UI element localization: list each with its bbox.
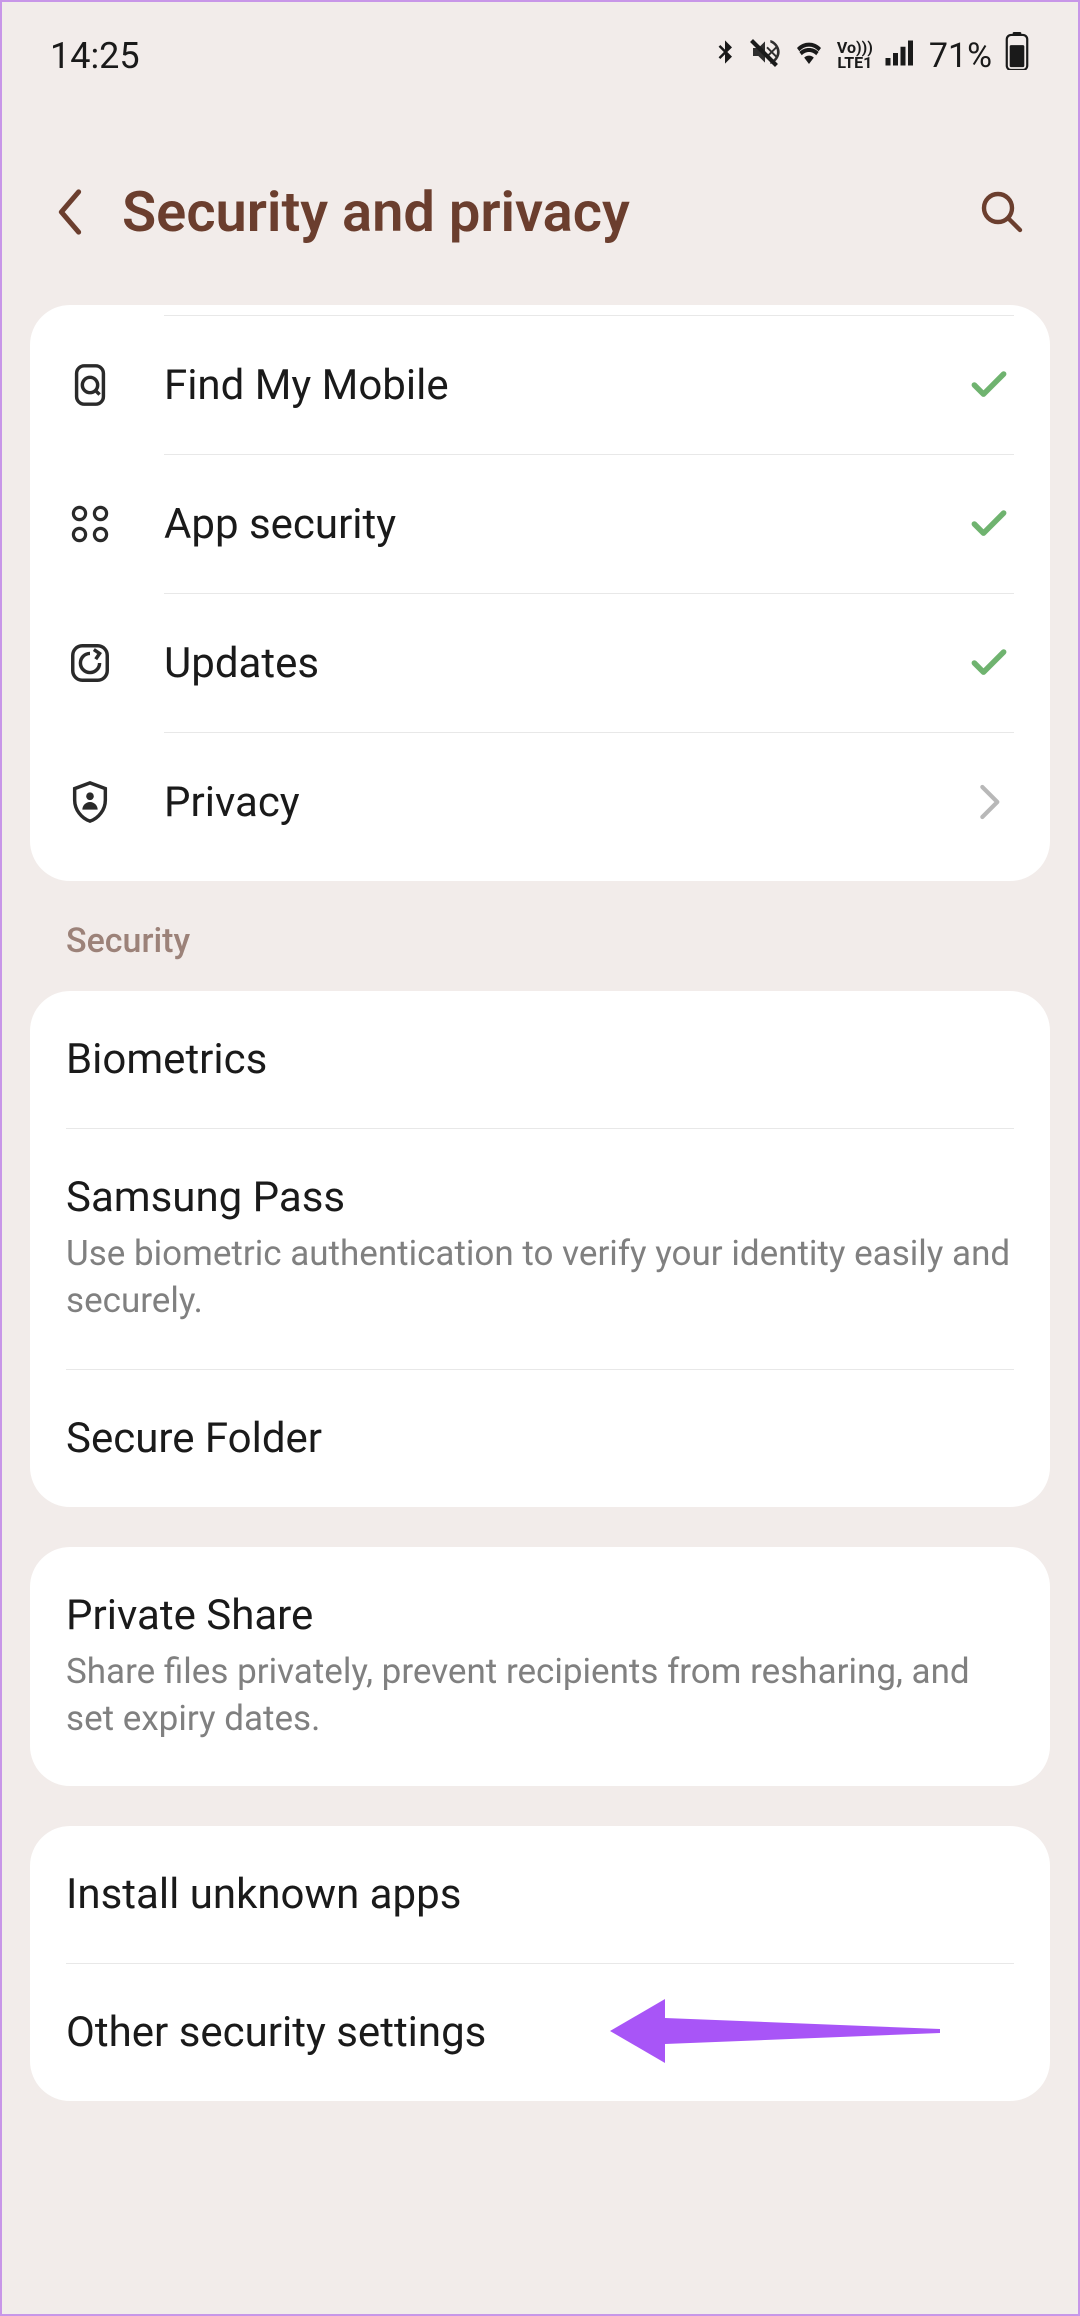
dashboard-card: Find My Mobile App security Updates Priv… bbox=[30, 305, 1050, 881]
wifi-icon bbox=[791, 35, 827, 77]
biometrics-row[interactable]: Biometrics bbox=[30, 991, 1050, 1128]
private-share-row[interactable]: Private Share Share files privately, pre… bbox=[30, 1547, 1050, 1787]
status-right-group: Vo)))LTE1 71% bbox=[711, 32, 1030, 79]
battery-percentage: 71% bbox=[929, 36, 992, 76]
item-description: Use biometric authentication to verify y… bbox=[66, 1230, 1014, 1325]
find-mobile-icon bbox=[66, 361, 114, 409]
mute-icon bbox=[749, 35, 781, 77]
item-description: Share files privately, prevent recipient… bbox=[66, 1648, 1014, 1743]
section-header-security: Security bbox=[2, 921, 1078, 991]
updates-icon bbox=[66, 639, 114, 687]
security-card: Biometrics Samsung Pass Use biometric au… bbox=[30, 991, 1050, 1507]
page-title: Security and privacy bbox=[122, 179, 942, 245]
status-time: 14:25 bbox=[50, 35, 140, 77]
back-button[interactable] bbox=[50, 192, 90, 232]
check-icon bbox=[964, 360, 1014, 410]
sharing-card: Private Share Share files privately, pre… bbox=[30, 1547, 1050, 1787]
volte-icon: Vo)))LTE1 bbox=[837, 41, 873, 70]
status-bar: 14:25 Vo)))LTE1 71% bbox=[2, 2, 1078, 99]
item-label: Install unknown apps bbox=[66, 1870, 1014, 1919]
item-label: Biometrics bbox=[66, 1035, 1014, 1084]
signal-icon bbox=[883, 35, 913, 77]
privacy-row[interactable]: Privacy bbox=[30, 733, 1050, 871]
other-card: Install unknown apps Other security sett… bbox=[30, 1826, 1050, 2101]
app-security-row[interactable]: App security bbox=[30, 455, 1050, 593]
apps-icon bbox=[66, 500, 114, 548]
chevron-right-icon bbox=[964, 777, 1014, 827]
page-header: Security and privacy bbox=[2, 99, 1078, 305]
secure-folder-row[interactable]: Secure Folder bbox=[30, 1370, 1050, 1507]
item-label: Secure Folder bbox=[66, 1414, 1014, 1463]
check-icon bbox=[964, 499, 1014, 549]
item-label: Find My Mobile bbox=[164, 361, 964, 410]
item-label: App security bbox=[164, 500, 964, 549]
samsung-pass-row[interactable]: Samsung Pass Use biometric authenticatio… bbox=[30, 1129, 1050, 1369]
annotation-arrow-icon bbox=[610, 1991, 940, 2075]
other-security-settings-row[interactable]: Other security settings bbox=[30, 1964, 1050, 2101]
item-label: Updates bbox=[164, 639, 964, 688]
item-label: Privacy bbox=[164, 778, 964, 827]
updates-row[interactable]: Updates bbox=[30, 594, 1050, 732]
status-icons: Vo)))LTE1 bbox=[711, 35, 913, 77]
item-label: Private Share bbox=[66, 1591, 1014, 1640]
install-unknown-apps-row[interactable]: Install unknown apps bbox=[30, 1826, 1050, 1963]
battery-icon bbox=[1004, 32, 1030, 79]
check-icon bbox=[964, 638, 1014, 688]
bluetooth-icon bbox=[711, 35, 739, 77]
item-label: Samsung Pass bbox=[66, 1173, 1014, 1222]
find-my-mobile-row[interactable]: Find My Mobile bbox=[30, 316, 1050, 454]
search-button[interactable] bbox=[974, 184, 1030, 240]
privacy-shield-icon bbox=[66, 778, 114, 826]
